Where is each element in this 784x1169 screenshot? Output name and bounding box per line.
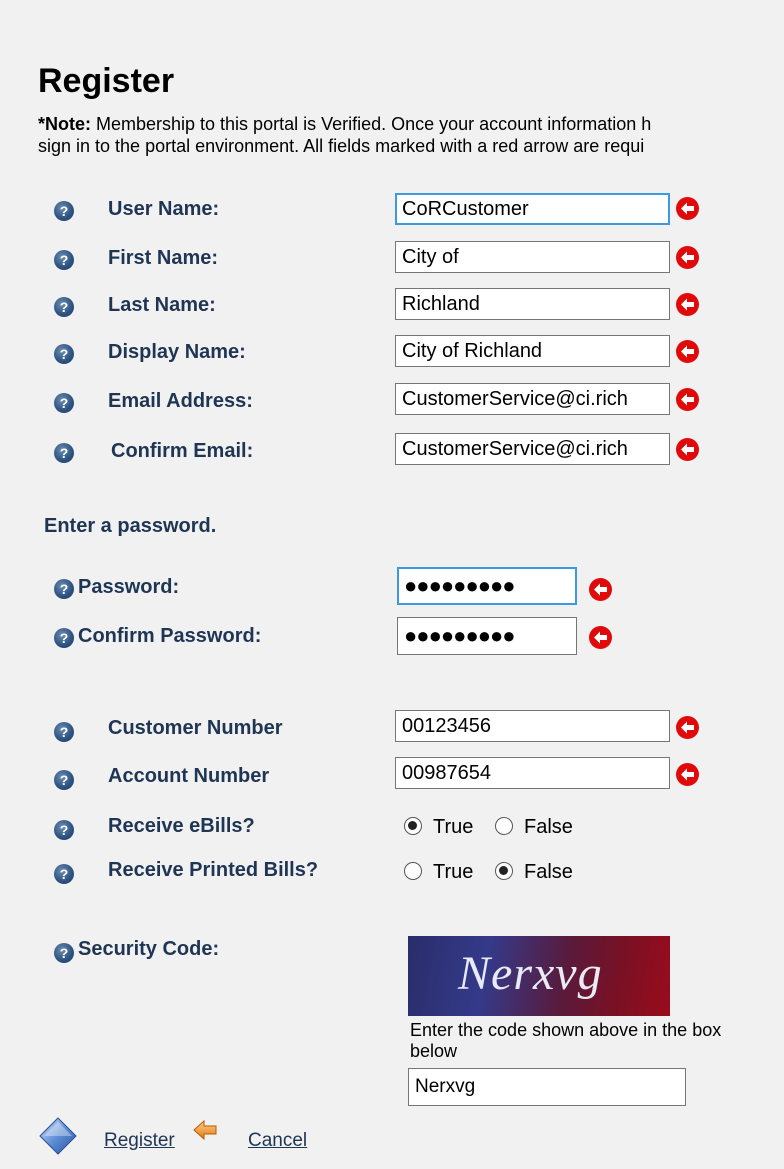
last-name-label: Last Name: [108, 294, 216, 316]
help-icon[interactable]: ? [54, 344, 74, 364]
user-name-label: User Name: [108, 198, 220, 220]
confirm-password-label: Confirm Password: [78, 625, 262, 647]
required-arrow-icon [676, 438, 699, 461]
help-icon[interactable]: ? [54, 628, 74, 648]
required-arrow-icon [589, 578, 612, 601]
help-icon[interactable]: ? [54, 393, 74, 413]
receive-ebills-label: Receive eBills? [108, 815, 255, 837]
help-icon[interactable]: ? [54, 864, 74, 884]
display-name-label: Display Name: [108, 341, 246, 363]
customer-number-input[interactable] [395, 710, 670, 742]
email-address-label: Email Address: [108, 390, 253, 412]
password-input[interactable] [397, 567, 577, 605]
help-icon[interactable]: ? [54, 770, 74, 790]
ebills-true-radio[interactable] [404, 817, 422, 835]
required-arrow-icon [676, 293, 699, 316]
account-number-input[interactable] [395, 757, 670, 789]
required-arrow-icon [676, 340, 699, 363]
help-icon[interactable]: ? [54, 943, 74, 963]
help-icon[interactable]: ? [54, 579, 74, 599]
cancel-link[interactable]: Cancel [248, 1130, 307, 1152]
note-line-2: sign in to the portal environment. All f… [38, 136, 645, 156]
captcha-image: Nerxvg [408, 936, 670, 1016]
last-name-input[interactable] [395, 288, 670, 320]
required-arrow-icon [676, 763, 699, 786]
register-diamond-icon[interactable] [38, 1116, 78, 1156]
required-arrow-icon [676, 197, 699, 220]
ebills-false-radio[interactable] [495, 817, 513, 835]
page-title: Register [38, 62, 175, 100]
note-bold: *Note: [38, 114, 91, 134]
confirm-password-input[interactable] [397, 617, 577, 655]
register-link[interactable]: Register [104, 1130, 175, 1152]
printed-true-text: True [433, 861, 474, 883]
back-arrow-icon [192, 1118, 218, 1142]
confirm-email-input[interactable] [395, 433, 670, 465]
help-icon[interactable]: ? [54, 297, 74, 317]
help-icon[interactable]: ? [54, 722, 74, 742]
first-name-input[interactable] [395, 241, 670, 273]
help-icon[interactable]: ? [54, 443, 74, 463]
receive-printed-bills-label: Receive Printed Bills? [108, 859, 319, 881]
security-code-input[interactable] [408, 1068, 686, 1106]
required-arrow-icon [676, 388, 699, 411]
display-name-input[interactable] [395, 335, 670, 367]
required-arrow-icon [589, 626, 612, 649]
ebills-false-text: False [524, 816, 573, 838]
account-number-label: Account Number [108, 765, 270, 787]
help-icon[interactable]: ? [54, 201, 74, 221]
help-icon[interactable]: ? [54, 250, 74, 270]
customer-number-label: Customer Number [108, 717, 283, 739]
captcha-instruction: Enter the code shown above in the box be… [410, 1020, 722, 1061]
password-section-heading: Enter a password. [44, 515, 217, 537]
required-arrow-icon [676, 716, 699, 739]
printed-true-radio[interactable] [404, 862, 422, 880]
required-arrow-icon [676, 246, 699, 269]
ebills-true-text: True [433, 816, 474, 838]
printed-false-text: False [524, 861, 573, 883]
help-icon[interactable]: ? [54, 820, 74, 840]
confirm-email-label: Confirm Email: [111, 440, 254, 462]
first-name-label: First Name: [108, 247, 219, 269]
note-line-1: *Note: Membership to this portal is Veri… [38, 114, 651, 135]
note-text-1: Membership to this portal is Verified. O… [91, 114, 652, 134]
security-code-label: Security Code: [78, 938, 220, 960]
password-label: Password: [78, 576, 180, 598]
captcha-text: Nerxvg [458, 947, 603, 1000]
email-address-input[interactable] [395, 383, 670, 415]
user-name-input[interactable] [395, 193, 670, 225]
printed-false-radio[interactable] [495, 862, 513, 880]
